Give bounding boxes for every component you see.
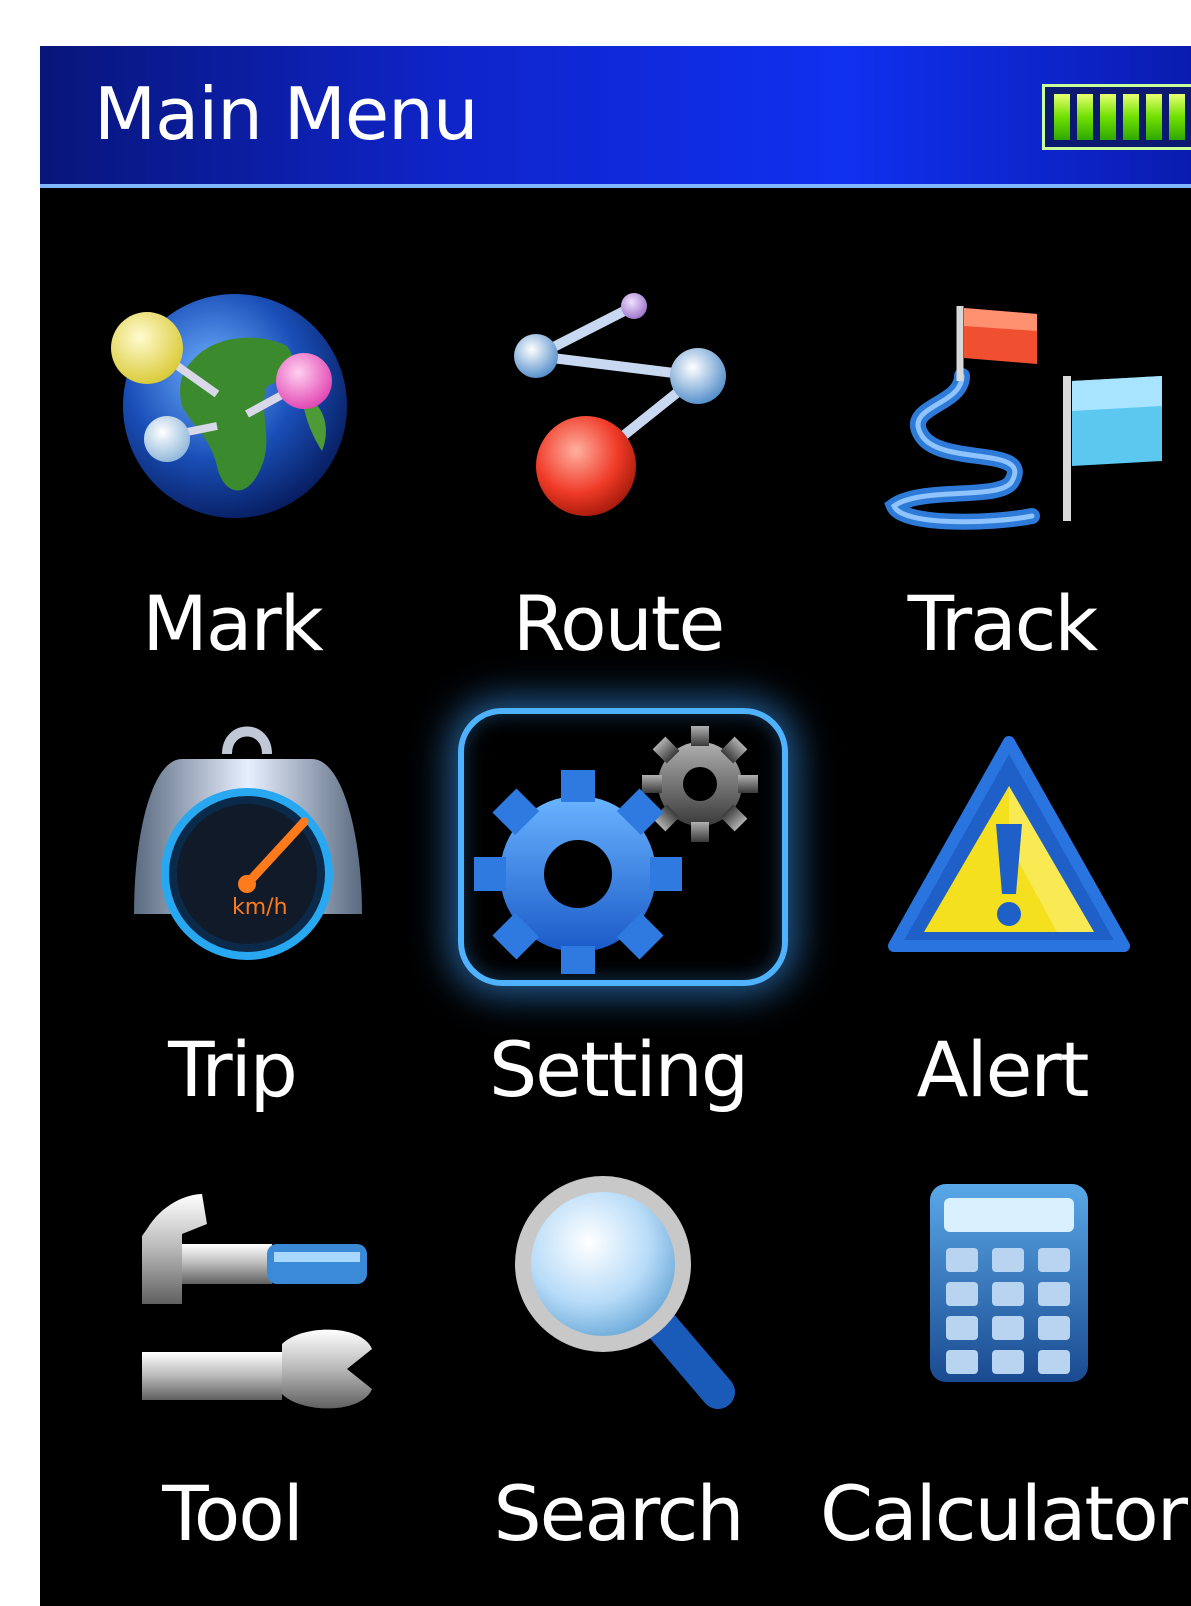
battery-cell xyxy=(1169,94,1185,140)
gears-icon xyxy=(428,714,808,974)
globe-pins-icon xyxy=(42,276,422,526)
menu-item-route[interactable]: Route xyxy=(428,276,808,696)
menu-item-alert[interactable]: Alert xyxy=(812,714,1191,1134)
menu-item-label: Track xyxy=(907,579,1099,668)
warning-icon xyxy=(812,714,1191,964)
battery-cell xyxy=(1123,94,1139,140)
track-flags-icon xyxy=(812,276,1191,530)
menu-item-label: Search xyxy=(493,1469,744,1558)
menu-item-tool[interactable]: Tool xyxy=(42,1164,422,1584)
battery-cell xyxy=(1100,94,1116,140)
menu-item-trip[interactable]: km/h Trip xyxy=(42,714,422,1134)
route-nodes-icon xyxy=(428,276,808,526)
battery-cell xyxy=(1054,94,1070,140)
menu-item-mark[interactable]: Mark xyxy=(42,276,422,696)
calculator-icon xyxy=(812,1164,1191,1414)
menu-item-label: Route xyxy=(512,579,726,668)
menu-item-track[interactable]: Track xyxy=(812,276,1191,696)
battery-indicator xyxy=(1042,84,1191,150)
gps-screen: Main Menu Mark Route Track km/h Trip Set… xyxy=(40,46,1191,1606)
menu-item-label: Trip xyxy=(168,1025,298,1114)
hammer-wrench-icon xyxy=(42,1164,422,1414)
menu-item-search[interactable]: Search xyxy=(428,1164,808,1584)
speedometer-icon: km/h xyxy=(42,714,422,964)
battery-cell xyxy=(1077,94,1093,140)
menu-item-label: Alert xyxy=(916,1025,1090,1114)
menu-item-setting[interactable]: Setting xyxy=(428,714,808,1134)
menu-item-label: Tool xyxy=(162,1469,304,1558)
title-bar: Main Menu xyxy=(40,46,1191,188)
menu-item-label: Mark xyxy=(142,579,323,668)
menu-item-label: Setting xyxy=(488,1025,749,1114)
magnifier-icon xyxy=(428,1164,808,1414)
battery-cell xyxy=(1146,94,1162,140)
svg-text:km/h: km/h xyxy=(232,895,288,920)
menu-item-calculator[interactable]: Calculator xyxy=(812,1164,1191,1584)
menu-item-label: Calculator xyxy=(820,1469,1188,1558)
page-title: Main Menu xyxy=(94,72,478,156)
